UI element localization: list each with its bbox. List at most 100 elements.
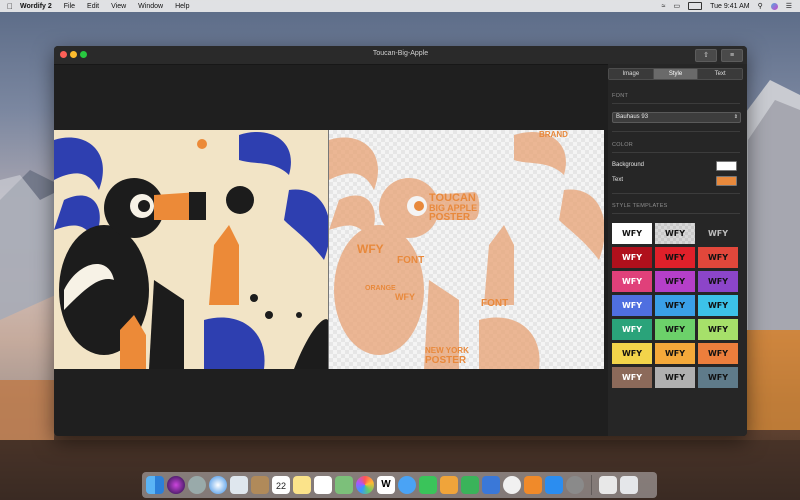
toucan-illustration — [54, 131, 328, 369]
background-color-label: Background — [612, 162, 645, 168]
settings-toggle-button[interactable]: ≡ — [721, 49, 743, 62]
menu-edit[interactable]: Edit — [87, 3, 99, 10]
safari-icon[interactable] — [209, 476, 227, 494]
menu-app-name[interactable]: Wordify 2 — [20, 3, 52, 10]
text-color-well[interactable] — [716, 176, 737, 186]
system-preferences-icon[interactable] — [566, 476, 584, 494]
font-select-value: Bauhaus 93 — [616, 114, 649, 120]
style-template-tile[interactable]: WFY — [612, 271, 652, 292]
window-title: Toucan-Big-Apple — [372, 50, 429, 57]
chevron-updown-icon: ⇕ — [733, 114, 738, 120]
style-template-tile[interactable]: WFY — [698, 271, 738, 292]
style-template-tile[interactable]: WFY — [655, 367, 695, 388]
style-template-tile[interactable]: WFY — [612, 367, 652, 388]
notes-icon[interactable] — [293, 476, 311, 494]
style-template-tile[interactable]: WFY — [655, 319, 695, 340]
menubar-clock[interactable]: Tue 9:41 AM — [710, 3, 749, 10]
font-select[interactable]: Bauhaus 93 ⇕ — [612, 112, 741, 123]
templates-section-label: STYLE TEMPLATES — [612, 203, 668, 209]
numbers-icon[interactable] — [461, 476, 479, 494]
source-image — [54, 130, 328, 369]
wordart-word: WFY — [395, 292, 415, 302]
style-template-tile[interactable]: WFY — [698, 247, 738, 268]
apple-menu-icon[interactable]:  — [0, 2, 20, 11]
style-template-tile[interactable]: WFY — [698, 319, 738, 340]
style-template-tile[interactable]: WFY — [655, 295, 695, 316]
style-template-tile[interactable]: WFY — [698, 367, 738, 388]
wordart-word: BRAND — [539, 130, 568, 139]
background-color-well[interactable] — [716, 161, 737, 171]
menu-help[interactable]: Help — [175, 3, 189, 10]
wordart-word: POSTER — [425, 355, 467, 366]
finder-icon[interactable] — [146, 476, 164, 494]
wifi-icon[interactable]: ≈ — [662, 3, 666, 10]
dock-separator — [591, 475, 592, 495]
style-template-tile[interactable]: WFY — [655, 343, 695, 364]
font-section-label: FONT — [612, 93, 629, 99]
wordart-word: FONT — [481, 298, 509, 309]
color-section-label: COLOR — [612, 142, 634, 148]
divider — [612, 213, 740, 214]
style-template-tile[interactable]: WFY — [655, 223, 695, 244]
share-button[interactable]: ⇧ — [695, 49, 717, 62]
wordart-word: POSTER — [429, 212, 471, 223]
divider — [612, 131, 740, 132]
siri-icon[interactable] — [770, 2, 778, 10]
share-icon: ⇧ — [703, 52, 709, 59]
menu-file[interactable]: File — [64, 3, 75, 10]
style-template-tile[interactable]: WFY — [612, 247, 652, 268]
divider — [612, 103, 740, 104]
divider — [612, 152, 740, 153]
wordart-word: WFY — [357, 242, 384, 256]
notification-center-icon[interactable]: ☰ — [786, 2, 792, 10]
wordart-word: ORANGE — [365, 285, 396, 292]
trash-icon[interactable] — [620, 476, 638, 494]
maps-icon[interactable] — [335, 476, 353, 494]
menubar:  Wordify 2 File Edit View Window Help ≈… — [0, 0, 800, 12]
dock: 22 W — [142, 472, 657, 498]
document-thumbnail-icon[interactable] — [599, 476, 617, 494]
style-template-tile[interactable]: WFY — [612, 319, 652, 340]
text-color-label: Text — [612, 177, 624, 183]
wordart-preview: TOUCAN BIG APPLE POSTER WFY BRAND FONT N… — [329, 130, 604, 369]
inspector-tabs: Image Style Text — [608, 68, 743, 80]
messages-icon[interactable] — [398, 476, 416, 494]
tab-style[interactable]: Style — [653, 69, 699, 79]
siri-icon[interactable] — [167, 476, 185, 494]
style-template-tile[interactable]: WFY — [655, 247, 695, 268]
style-template-tile[interactable]: WFY — [698, 223, 738, 244]
books-icon[interactable] — [524, 476, 542, 494]
style-templates-grid: WFY WFY WFY WFY WFY WFY WFY WFY WFY WFY WFY WFY WFY W… — [612, 223, 738, 388]
style-template-tile[interactable]: WFY — [612, 223, 652, 244]
menu-view[interactable]: View — [111, 3, 126, 10]
reminders-icon[interactable] — [314, 476, 332, 494]
calendar-day: 22 — [275, 481, 286, 491]
style-template-tile[interactable]: WFY — [698, 295, 738, 316]
tab-image[interactable]: Image — [609, 69, 654, 79]
wordart-word: FONT — [397, 255, 425, 266]
music-icon[interactable] — [503, 476, 521, 494]
style-template-tile[interactable]: WFY — [612, 343, 652, 364]
app-store-icon[interactable] — [545, 476, 563, 494]
photos-icon[interactable] — [356, 476, 374, 494]
menu-window[interactable]: Window — [138, 3, 163, 10]
battery-icon[interactable] — [688, 2, 703, 10]
sliders-icon: ≡ — [729, 52, 735, 59]
airplay-icon[interactable]: ▭ — [674, 2, 681, 10]
wordify-icon[interactable]: W — [377, 476, 395, 494]
keynote-icon[interactable] — [482, 476, 500, 494]
facetime-icon[interactable] — [419, 476, 437, 494]
tab-text[interactable]: Text — [698, 69, 742, 79]
style-template-tile[interactable]: WFY — [655, 271, 695, 292]
pages-icon[interactable] — [440, 476, 458, 494]
app-window: Toucan-Big-Apple ⇧ ≡ TOUCAN BIG APPLE PO… — [54, 46, 747, 436]
spotlight-icon[interactable]: ⚲ — [758, 2, 763, 10]
wordart-word: NEW YORK — [425, 346, 469, 355]
mail-icon[interactable] — [230, 476, 248, 494]
contacts-icon[interactable] — [251, 476, 269, 494]
title-bar: Toucan-Big-Apple ⇧ ≡ — [54, 46, 747, 65]
launchpad-icon[interactable] — [188, 476, 206, 494]
calendar-icon[interactable]: 22 — [272, 476, 290, 494]
style-template-tile[interactable]: WFY — [612, 295, 652, 316]
style-template-tile[interactable]: WFY — [698, 343, 738, 364]
